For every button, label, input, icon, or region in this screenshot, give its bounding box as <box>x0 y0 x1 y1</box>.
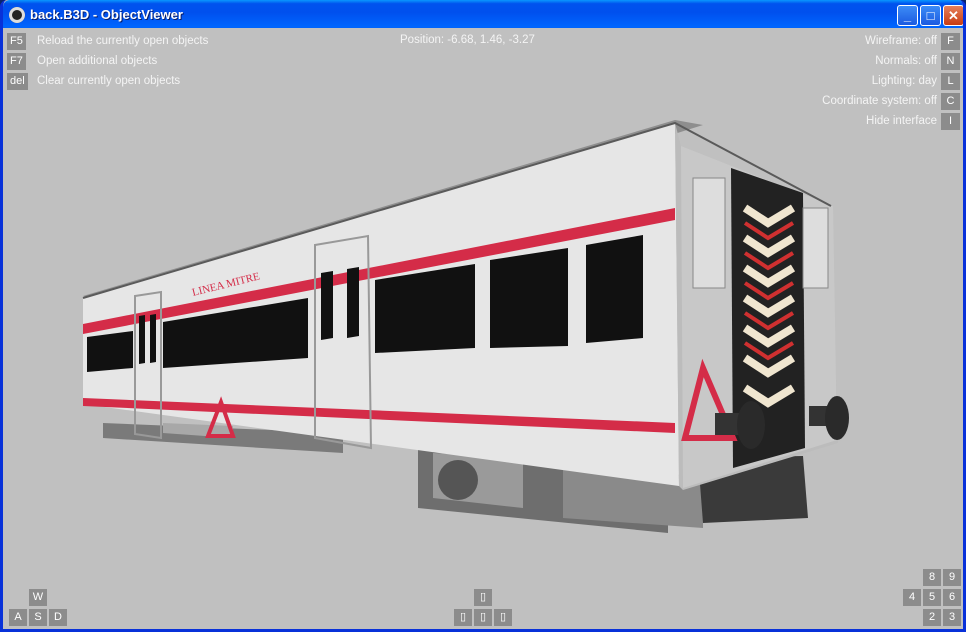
camera-position: Position: -6.68, 1.46, -3.27 <box>400 34 535 46</box>
option-wireframe-label: Wireframe: off <box>865 35 937 47</box>
numpad-5-key[interactable]: 5 <box>923 589 941 606</box>
command-reload-label: Reload the currently open objects <box>37 35 209 47</box>
close-icon: ✕ <box>948 8 959 23</box>
command-open[interactable]: F7 Open additional objects <box>3 53 303 70</box>
key-f[interactable]: F <box>941 33 960 50</box>
option-lighting[interactable]: Lighting: day L <box>703 73 963 90</box>
arrow-right-key[interactable]: ▯ <box>494 609 512 626</box>
window-title: back.B3D - ObjectViewer <box>30 7 183 22</box>
key-c[interactable]: C <box>941 93 960 110</box>
option-hide-interface[interactable]: Hide interface I <box>703 113 963 130</box>
numpad-6-key[interactable]: 6 <box>943 589 961 606</box>
key-f5[interactable]: F5 <box>7 33 26 50</box>
key-s[interactable]: S <box>29 609 47 626</box>
arrow-up-key[interactable]: ▯ <box>474 589 492 606</box>
command-clear-label: Clear currently open objects <box>37 75 181 87</box>
key-del[interactable]: del <box>7 73 28 90</box>
key-i[interactable]: I <box>941 113 960 130</box>
option-normals[interactable]: Normals: off N <box>703 53 963 70</box>
option-wireframe[interactable]: Wireframe: off F <box>703 33 963 50</box>
maximize-button[interactable]: □ <box>920 5 941 26</box>
numpad-3-key[interactable]: 3 <box>943 609 961 626</box>
option-coordinate-system[interactable]: Coordinate system: off C <box>703 93 963 110</box>
key-d[interactable]: D <box>49 609 67 626</box>
close-button[interactable]: ✕ <box>943 5 963 26</box>
key-l[interactable]: L <box>941 73 960 90</box>
command-open-label: Open additional objects <box>37 55 158 67</box>
objectviewer-window: back.B3D - ObjectViewer _ □ ✕ LINEA MITR… <box>0 0 966 632</box>
numpad-2-key[interactable]: 2 <box>923 609 941 626</box>
key-w[interactable]: W <box>29 589 47 606</box>
option-lighting-label: Lighting: day <box>871 75 937 87</box>
key-f7[interactable]: F7 <box>7 53 26 70</box>
option-normals-label: Normals: off <box>875 55 937 67</box>
command-reload[interactable]: F5 Reload the currently open objects <box>3 33 303 50</box>
key-n[interactable]: N <box>941 53 960 70</box>
3d-viewport[interactable]: LINEA MITRE F5 Reload the currently open… <box>3 28 963 629</box>
minimize-icon: _ <box>903 8 912 23</box>
numpad-4-key[interactable]: 4 <box>903 589 921 606</box>
option-coordinate-system-label: Coordinate system: off <box>822 95 937 107</box>
numpad-8-key[interactable]: 8 <box>923 569 941 586</box>
command-clear[interactable]: del Clear currently open objects <box>3 73 303 90</box>
arrow-down-key[interactable]: ▯ <box>474 609 492 626</box>
option-hide-interface-label: Hide interface <box>866 115 937 127</box>
arrow-left-key[interactable]: ▯ <box>454 609 472 626</box>
numpad-9-key[interactable]: 9 <box>943 569 961 586</box>
minimize-button[interactable]: _ <box>897 5 918 26</box>
key-a[interactable]: A <box>9 609 27 626</box>
maximize-icon: □ <box>926 8 935 23</box>
app-icon <box>9 7 25 23</box>
title-bar[interactable]: back.B3D - ObjectViewer _ □ ✕ <box>3 0 963 31</box>
